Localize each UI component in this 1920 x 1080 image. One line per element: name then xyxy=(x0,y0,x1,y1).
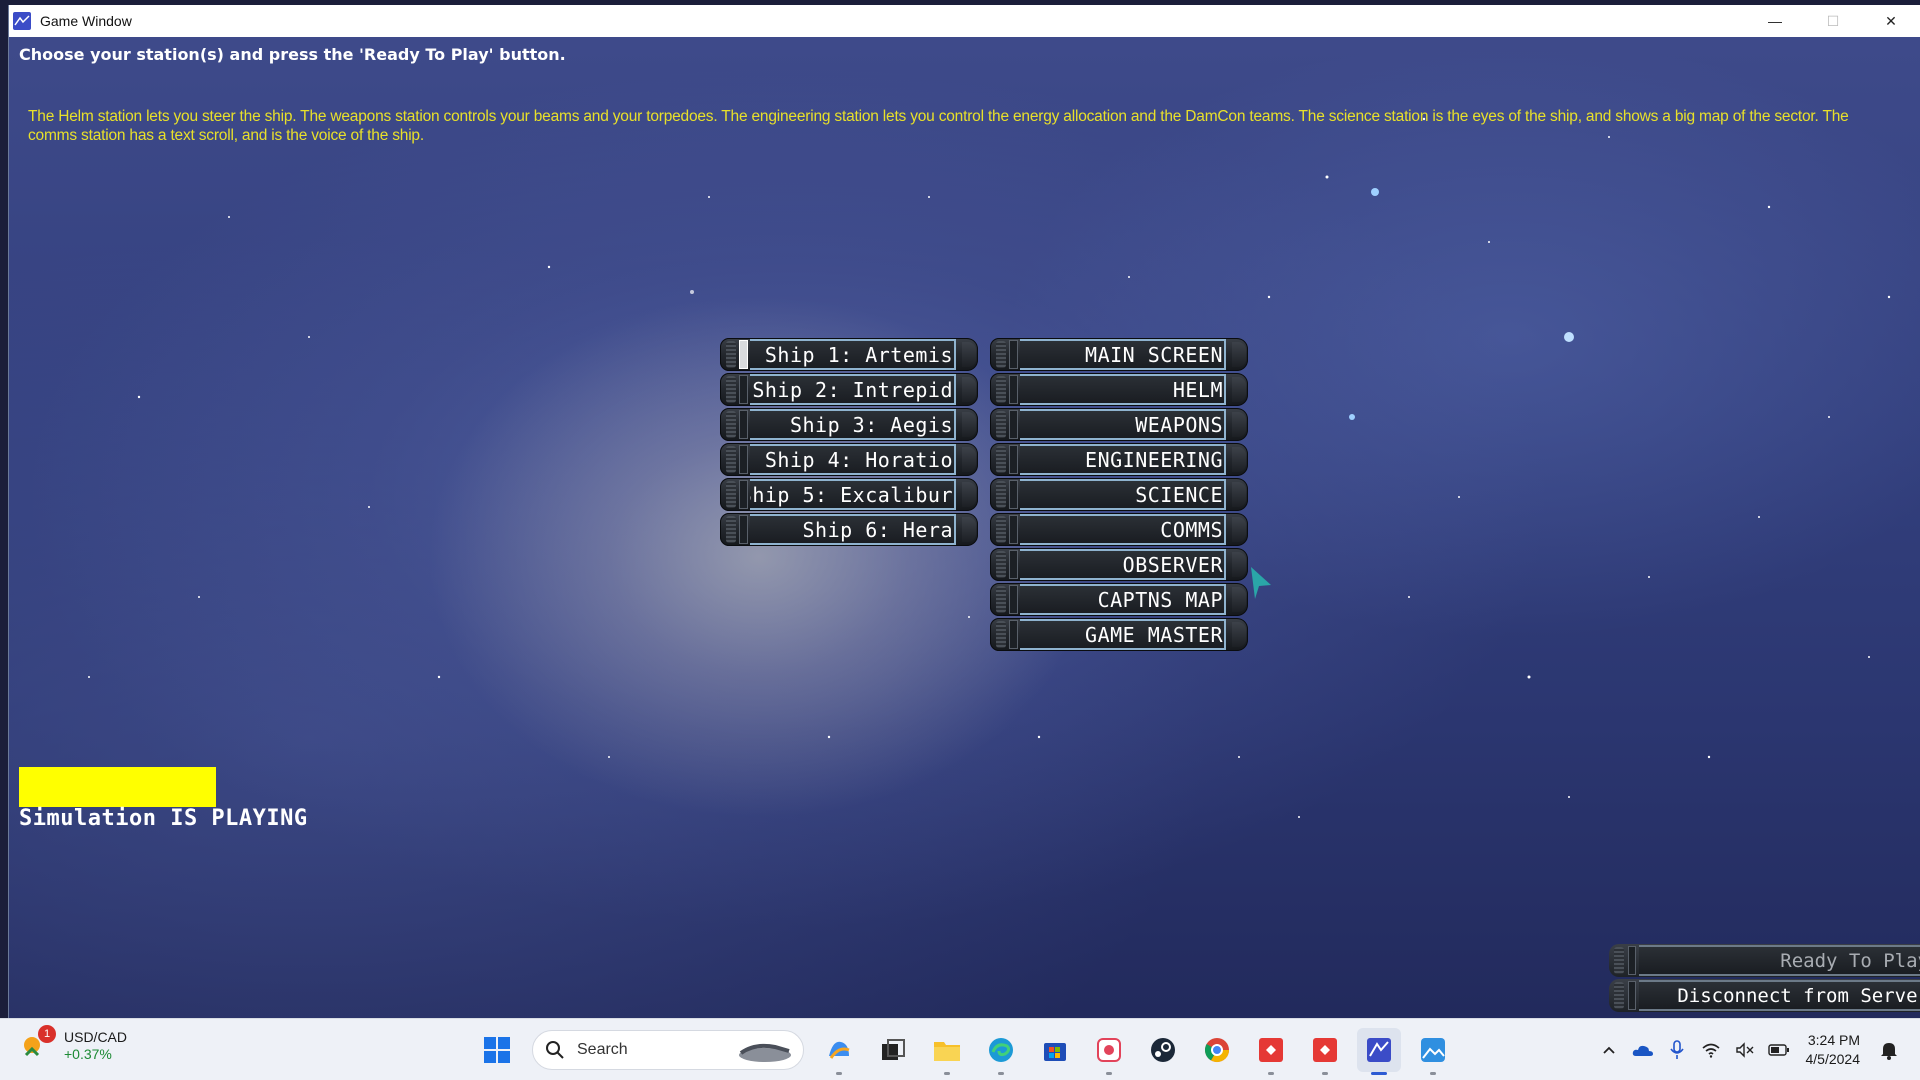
station-label: OBSERVER xyxy=(1020,549,1226,580)
mouse-cursor-icon xyxy=(1251,567,1271,599)
wifi-icon[interactable] xyxy=(1696,1035,1726,1065)
station-label: ENGINEERING xyxy=(1020,444,1226,475)
snipping-icon[interactable] xyxy=(1087,1028,1131,1075)
ready-to-play-label: Ready To Play xyxy=(1639,945,1920,976)
widget-change: +0.37% xyxy=(64,1046,112,1062)
title-bar[interactable]: Game Window — ☐ ✕ xyxy=(9,5,1920,37)
ship-button[interactable]: Ship 6: Hera xyxy=(720,513,978,546)
volume-muted-icon[interactable] xyxy=(1730,1035,1760,1065)
station-button-game-master[interactable]: GAME MASTER xyxy=(990,618,1248,651)
station-label: WEAPONS xyxy=(1020,409,1226,440)
clock-time: 3:24 PM xyxy=(1807,1032,1860,1048)
photos-icon[interactable] xyxy=(1411,1028,1455,1075)
ship-label: Ship 4: Horatio xyxy=(750,444,956,475)
file-explorer-icon[interactable] xyxy=(925,1028,969,1075)
station-button-weapons[interactable]: WEAPONS xyxy=(990,408,1248,441)
system-tray: 3:24 PM 4/5/2024 xyxy=(1592,1019,1920,1080)
ship-label: Ship 1: Artemis xyxy=(750,339,956,370)
window-title: Game Window xyxy=(40,13,132,29)
game-area: Choose your station(s) and press the 'Re… xyxy=(9,37,1920,1018)
start-icon[interactable] xyxy=(475,1028,519,1072)
ship-button[interactable]: Ship 3: Aegis xyxy=(720,408,978,441)
artemis-app-icon xyxy=(12,11,32,31)
ship-button[interactable]: Ship 4: Horatio xyxy=(720,443,978,476)
ship-button[interactable]: Ship 5: Excalibur xyxy=(720,478,978,511)
clock[interactable]: 3:24 PM 4/5/2024 xyxy=(1806,1031,1861,1069)
ready-to-play-button[interactable]: Ready To Play xyxy=(1609,944,1920,977)
station-button-main-screen[interactable]: MAIN SCREEN xyxy=(990,338,1248,371)
station-label: CAPTNS MAP xyxy=(1020,584,1226,615)
taskbar-search[interactable]: Search xyxy=(532,1030,804,1070)
game-red-icon[interactable] xyxy=(1249,1028,1293,1075)
ship-label: Ship 5: Excalibur xyxy=(750,479,956,510)
steam-icon[interactable] xyxy=(1141,1028,1185,1072)
chrome-icon[interactable] xyxy=(1195,1028,1239,1072)
taskbar: 1 USD/CAD +0.37% Search 3:24 PM 4/5/2024 xyxy=(0,1018,1920,1080)
selected-marker xyxy=(739,340,748,369)
ship-label: Ship 2: Intrepid xyxy=(750,374,956,405)
station-label: COMMS xyxy=(1020,514,1226,545)
search-icon xyxy=(546,1041,564,1059)
task-view-icon[interactable] xyxy=(871,1028,915,1072)
store-icon[interactable] xyxy=(1033,1028,1077,1072)
edge-icon[interactable] xyxy=(979,1028,1023,1075)
station-description: The Helm station lets you steer the ship… xyxy=(28,108,1849,144)
game-window: Game Window — ☐ ✕ Choose your station(s)… xyxy=(8,5,1920,1018)
minimize-button[interactable]: — xyxy=(1746,5,1804,37)
ship-label: Ship 3: Aegis xyxy=(750,409,956,440)
ship-button[interactable]: Ship 2: Intrepid xyxy=(720,373,978,406)
microphone-icon[interactable] xyxy=(1662,1035,1692,1065)
artemis-icon[interactable] xyxy=(1357,1028,1401,1075)
weather-icon: 1 xyxy=(20,1025,56,1061)
station-label: GAME MASTER xyxy=(1020,619,1226,650)
copilot-icon[interactable] xyxy=(817,1028,861,1075)
ship-button[interactable]: Ship 1: Artemis xyxy=(720,338,978,371)
chevron-up-icon[interactable] xyxy=(1594,1035,1624,1065)
status-indicator xyxy=(19,767,216,807)
station-list: MAIN SCREEN HELM WEAPONS ENGINEERING SCI xyxy=(990,338,1248,653)
widget-symbol: USD/CAD xyxy=(64,1029,128,1045)
ship-list: Ship 1: Artemis Ship 2: Intrepid Ship 3:… xyxy=(720,338,978,548)
search-highlight-icon xyxy=(739,1043,791,1062)
ship-label: Ship 6: Hera xyxy=(750,514,956,545)
onedrive-icon[interactable] xyxy=(1628,1035,1658,1065)
disconnect-label: Disconnect from Server xyxy=(1639,980,1920,1011)
station-label: HELM xyxy=(1020,374,1226,405)
station-label: SCIENCE xyxy=(1020,479,1226,510)
station-button-science[interactable]: SCIENCE xyxy=(990,478,1248,511)
close-button[interactable]: ✕ xyxy=(1862,5,1920,37)
disconnect-button[interactable]: Disconnect from Server xyxy=(1609,979,1920,1012)
simulation-status: Simulation IS PLAYING xyxy=(19,806,308,831)
station-button-captns-map[interactable]: CAPTNS MAP xyxy=(990,583,1248,616)
maximize-button[interactable]: ☐ xyxy=(1804,5,1862,37)
station-button-comms[interactable]: COMMS xyxy=(990,513,1248,546)
notification-badge: 1 xyxy=(38,1025,56,1043)
currency-widget[interactable]: 1 USD/CAD +0.37% xyxy=(20,1025,128,1063)
station-button-observer[interactable]: OBSERVER xyxy=(990,548,1248,581)
notification-bell-icon[interactable] xyxy=(1874,1035,1904,1065)
clock-date: 4/5/2024 xyxy=(1805,1051,1861,1067)
game-red-2-icon[interactable] xyxy=(1303,1028,1347,1075)
station-button-engineering[interactable]: ENGINEERING xyxy=(990,443,1248,476)
instruction-text: Choose your station(s) and press the 'Re… xyxy=(19,45,566,64)
station-button-helm[interactable]: HELM xyxy=(990,373,1248,406)
battery-icon[interactable] xyxy=(1764,1035,1794,1065)
station-label: MAIN SCREEN xyxy=(1020,339,1226,370)
search-placeholder: Search xyxy=(577,1041,628,1058)
